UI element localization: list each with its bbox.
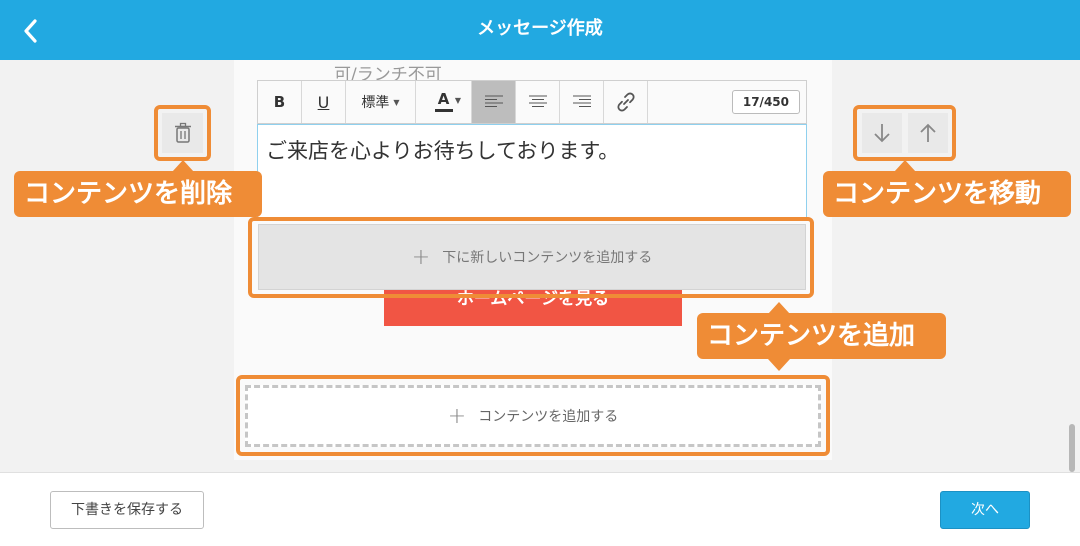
delete-callout: コンテンツを削除 xyxy=(14,171,262,217)
align-right-icon xyxy=(572,95,591,107)
next-button[interactable]: 次へ xyxy=(940,491,1030,529)
header-bar: メッセージ作成 xyxy=(0,0,1080,60)
link-icon xyxy=(616,92,635,112)
link-button[interactable] xyxy=(604,81,648,123)
align-right-button[interactable] xyxy=(560,81,604,123)
text-color-letter: A xyxy=(437,90,450,108)
arrow-down-icon xyxy=(874,124,890,143)
save-draft-button[interactable]: 下書きを保存する xyxy=(50,491,204,529)
add-content-label: コンテンツを追加する xyxy=(478,409,619,425)
text-color-select[interactable]: A ▼ xyxy=(416,81,472,123)
trash-icon xyxy=(174,122,191,143)
page-title: メッセージ作成 xyxy=(477,18,603,39)
callout-pointer xyxy=(768,359,790,371)
plus-icon: + xyxy=(447,403,467,429)
editor-text: ご来店を心よりお待ちしております。 xyxy=(266,139,620,163)
caret-down-icon: ▼ xyxy=(454,96,461,105)
text-color-swatch xyxy=(434,109,453,112)
font-size-select[interactable]: 標準 ▼ xyxy=(346,81,416,123)
caret-down-icon: ▼ xyxy=(393,97,400,107)
align-center-button[interactable] xyxy=(516,81,560,123)
underline-button[interactable]: U xyxy=(302,81,346,123)
bold-button[interactable]: B xyxy=(258,81,302,123)
align-left-button[interactable] xyxy=(472,81,516,123)
character-counter: 17/450 xyxy=(731,90,800,114)
add-content-below-button[interactable]: + 下に新しいコンテンツを追加する xyxy=(258,224,806,290)
text-editor[interactable]: ご来店を心よりお待ちしております。 xyxy=(257,124,807,220)
arrow-up-icon xyxy=(920,123,936,142)
add-callout: コンテンツを追加 xyxy=(697,313,946,359)
add-content-below-label: 下に新しいコンテンツを追加する xyxy=(442,250,653,266)
footer-bar: 下書きを保存する 次へ xyxy=(0,472,1080,546)
add-content-button[interactable]: + コンテンツを追加する xyxy=(245,385,821,447)
align-left-icon xyxy=(484,95,503,107)
plus-icon: + xyxy=(411,244,431,270)
move-callout: コンテンツを移動 xyxy=(823,171,1071,217)
align-center-icon xyxy=(528,95,547,107)
move-down-button[interactable] xyxy=(862,113,902,153)
scrollbar-thumb[interactable] xyxy=(1069,424,1075,472)
editor-toolbar: B U 標準 ▼ A ▼ 17/450 xyxy=(257,80,807,124)
move-up-button[interactable] xyxy=(908,113,948,153)
delete-content-button[interactable] xyxy=(162,113,203,153)
font-size-label: 標準 xyxy=(361,95,390,111)
